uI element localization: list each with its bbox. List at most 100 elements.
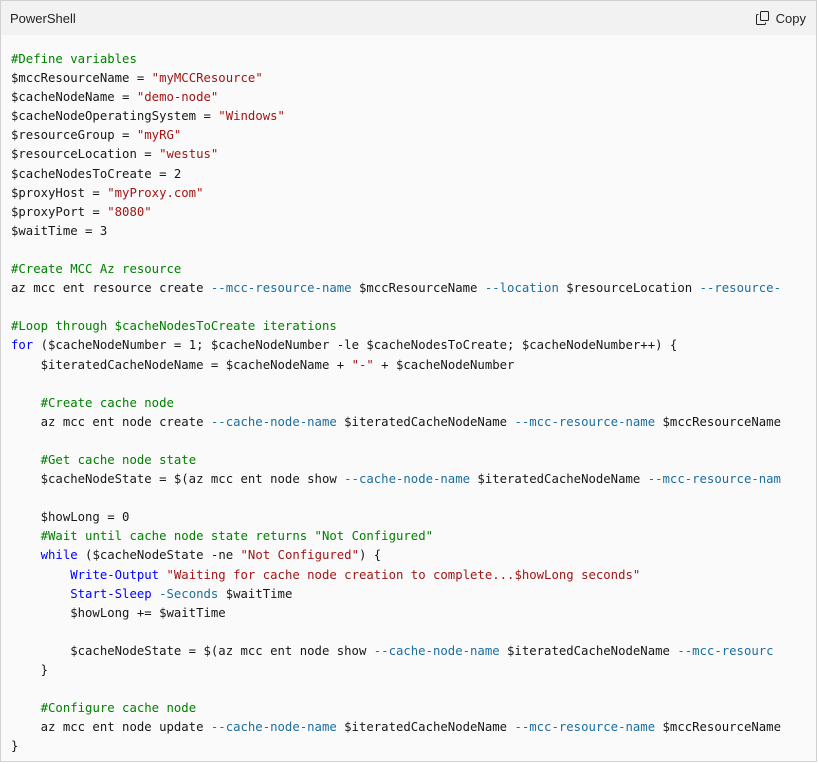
code-token-param: --mcc-resource-name xyxy=(210,281,352,296)
code-token-string: "demo-node" xyxy=(136,90,219,105)
code-line: Start-Sleep -Seconds $waitTime xyxy=(11,585,816,604)
code-token-param: --mcc-resource-name xyxy=(514,414,656,429)
code-line: #Wait until cache node state returns "No… xyxy=(11,527,816,546)
code-token-string: "8080" xyxy=(107,204,152,219)
code-token-plain: ) { xyxy=(359,548,382,563)
code-token-param: --mcc-resourc xyxy=(677,643,774,658)
code-token-plain: $resourceGroup = xyxy=(11,128,137,143)
code-token-plain: $waitTime = 3 xyxy=(11,223,108,238)
code-token-plain: ($cacheNodeNumber = 1; $cacheNodeNumber … xyxy=(33,338,678,353)
code-token-keyword: Write-Output xyxy=(70,567,160,582)
copy-label: Copy xyxy=(775,10,806,26)
code-token-param: --mcc-resource-name xyxy=(514,720,656,735)
code-token-plain: $cacheNodeState = $(az mcc ent node show xyxy=(11,643,374,658)
code-token-param: --resource- xyxy=(699,281,781,296)
code-token-plain: + $cacheNodeNumber xyxy=(373,357,515,372)
code-token-plain: az mcc ent node create xyxy=(11,414,211,429)
code-token-plain: $iteratedCacheNodeName xyxy=(499,643,678,658)
code-line: Write-Output "Waiting for cache node cre… xyxy=(11,566,816,585)
code-line: } xyxy=(11,661,816,680)
code-token-plain: $cacheNodeOperatingSystem = xyxy=(11,109,219,124)
code-token-plain: $cacheNodeState = $(az mcc ent node show xyxy=(11,472,345,487)
code-line: $cacheNodesToCreate = 2 xyxy=(11,165,816,184)
code-token-comment: #Create cache node xyxy=(40,395,174,410)
code-token-plain: az mcc ent resource create xyxy=(11,281,211,296)
code-line: } xyxy=(11,737,816,756)
code-line: $proxyHost = "myProxy.com" xyxy=(11,184,816,203)
code-token-param: --cache-node-name xyxy=(344,472,471,487)
code-token-comment: #Define variables xyxy=(11,52,137,66)
copy-icon xyxy=(755,11,769,25)
code-token-comment: #Configure cache node xyxy=(40,701,197,716)
code-token-param: --cache-node-name xyxy=(210,720,337,735)
code-token-plain: $cacheNodeName = xyxy=(11,90,137,105)
code-token-plain: $iteratedCacheNodeName xyxy=(336,720,515,735)
code-token-plain: $proxyPort = xyxy=(11,204,108,219)
code-token-comment: #Get cache node state xyxy=(40,452,197,467)
code-token-plain: $cacheNodesToCreate = 2 xyxy=(11,166,182,181)
code-token-plain: $iteratedCacheNodeName xyxy=(470,472,648,487)
code-line: while ($cacheNodeState -ne "Not Configur… xyxy=(11,546,816,565)
code-token-plain: } xyxy=(11,739,19,754)
code-token-keyword: while xyxy=(40,548,78,563)
code-token-string: "myRG" xyxy=(136,128,182,143)
code-line: $iteratedCacheNodeName = $cacheNodeName … xyxy=(11,356,816,375)
copy-button[interactable]: Copy xyxy=(755,10,806,26)
code-token-plain: $howLong = 0 xyxy=(11,510,130,525)
code-line: az mcc ent resource create --mcc-resourc… xyxy=(11,279,816,298)
code-block: PowerShell Copy #Define variables $mccRes… xyxy=(0,0,817,762)
code-token-plain: $waitTime xyxy=(218,586,293,601)
code-line: $resourceGroup = "myRG" xyxy=(11,126,816,145)
code-token-plain: $resourceLocation = xyxy=(11,147,160,162)
code-token-string: "Not Configured" xyxy=(240,548,359,563)
code-token-keyword: for xyxy=(11,338,34,353)
code-token-string: "myMCCResource" xyxy=(151,71,263,86)
code-token-plain: $howLong += $waitTime xyxy=(11,605,226,620)
code-header: PowerShell Copy xyxy=(1,1,816,35)
code-token-plain: ($cacheNodeState -ne xyxy=(77,548,241,563)
code-token-param: --cache-node-name xyxy=(373,643,500,658)
code-token-param: --cache-node-name xyxy=(210,414,337,429)
code-token-string: "-" xyxy=(351,357,374,372)
code-line: $howLong += $waitTime xyxy=(11,604,816,623)
code-line: for ($cacheNodeNumber = 1; $cacheNodeNum… xyxy=(11,336,816,355)
code-line: #Create MCC Az resource xyxy=(11,260,816,279)
code-line: $resourceLocation = "westus" xyxy=(11,145,816,164)
language-label: PowerShell xyxy=(10,10,76,26)
code-token-comment: #Create MCC Az resource xyxy=(11,262,182,277)
code-line: $cacheNodeName = "demo-node" xyxy=(11,88,816,107)
code-token-plain: $mccResourceName xyxy=(351,281,485,296)
code-token-plain: $mccResourceName xyxy=(655,414,781,429)
code-line: $waitTime = 3 xyxy=(11,222,816,241)
code-line: #Configure cache node xyxy=(11,699,816,718)
code-line: $cacheNodeOperatingSystem = "Windows" xyxy=(11,107,816,126)
code-line: $cacheNodeState = $(az mcc ent node show… xyxy=(11,642,816,661)
code-token-string: "Waiting for cache node creation to comp… xyxy=(166,567,641,582)
code-token-comment: #Loop through $cacheNodesToCreate iterat… xyxy=(11,319,337,334)
code-line: #Define variables xyxy=(11,50,816,69)
code-token-param: --mcc-resource-nam xyxy=(647,472,781,487)
code-line: $mccResourceName = "myMCCResource" xyxy=(11,69,816,88)
code-line: $howLong = 0 xyxy=(11,508,816,527)
code-token-plain: $mccResourceName = xyxy=(11,71,152,86)
code-token-plain: az mcc ent node update xyxy=(11,720,211,735)
code-token-plain: $iteratedCacheNodeName xyxy=(336,414,515,429)
code-line: $proxyPort = "8080" xyxy=(11,203,816,222)
code-line: $cacheNodeState = $(az mcc ent node show… xyxy=(11,470,816,489)
code-token-plain: $proxyHost = xyxy=(11,185,108,200)
code-token-comment: #Wait until cache node state returns "No… xyxy=(40,529,434,544)
